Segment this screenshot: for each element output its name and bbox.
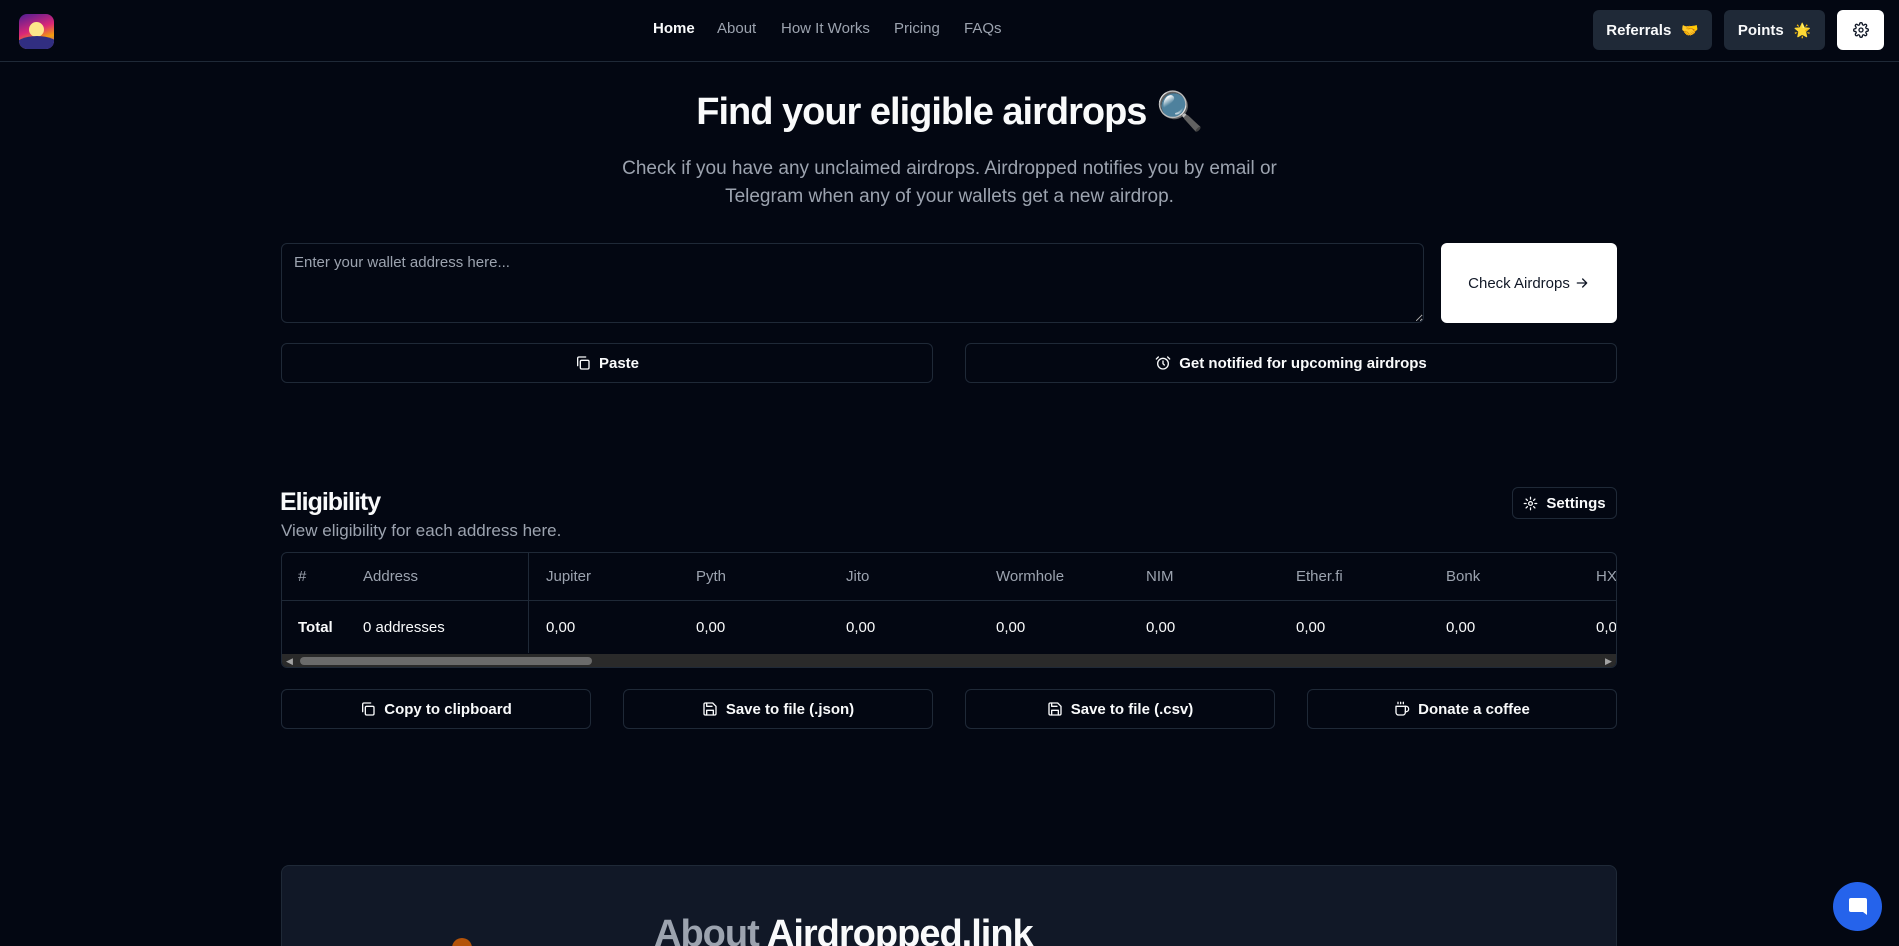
page-subtitle: Check if you have any unclaimed airdrops… — [622, 158, 1277, 207]
about-heading: About Airdropped.link — [654, 913, 1034, 946]
scroll-left-icon[interactable]: ◀ — [286, 656, 293, 667]
top-header: Home About How It Works Pricing FAQs Ref… — [0, 0, 1899, 62]
address-count: 0 addresses — [363, 618, 445, 636]
total-nim: 0,00 — [1146, 618, 1176, 636]
column-header-hx: HX — [1596, 568, 1617, 585]
about-heading-prefix: About — [654, 913, 760, 946]
column-header-bonk: Bonk — [1446, 568, 1481, 585]
scrollbar-thumb[interactable] — [300, 657, 592, 665]
chat-bubble-icon — [1848, 897, 1867, 915]
total-etherfi: 0,00 — [1296, 618, 1326, 636]
referrals-label: Referrals — [1606, 21, 1672, 39]
star-icon: 🌟 — [1793, 21, 1812, 38]
coffee-cup-icon — [1395, 701, 1410, 716]
table-row-total: Total 0 addresses 0,00 0,00 0,00 0,00 0,… — [282, 601, 1617, 653]
eligibility-subtitle: View eligibility for each address here. — [281, 521, 562, 540]
page-title-text: Find your eligible airdrops — [696, 91, 1147, 133]
alarm-clock-icon — [1155, 356, 1171, 370]
page-title: Find your eligible airdrops 🔍 — [0, 90, 1899, 134]
notify-label: Get notified for upcoming airdrops — [1179, 354, 1427, 372]
total-jito: 0,00 — [846, 618, 876, 636]
copy-icon — [362, 702, 375, 716]
total-wormhole: 0,00 — [996, 618, 1026, 636]
column-header-etherfi: Ether.fi — [1296, 568, 1343, 585]
horizontal-scrollbar[interactable]: ◀ ▶ — [282, 654, 1616, 667]
notify-upcoming-button[interactable]: Get notified for upcoming airdrops — [965, 343, 1617, 383]
eligibility-table: # Address Jupiter Pyth Jito Wormhole NIM… — [281, 552, 1617, 668]
column-header-pyth: Pyth — [696, 568, 727, 585]
save-csv-label: Save to file (.csv) — [1070, 700, 1194, 718]
nav-faqs[interactable]: FAQs — [964, 20, 1002, 37]
check-airdrops-label: Check Airdrops — [1468, 274, 1570, 292]
total-bonk: 0,00 — [1446, 618, 1476, 636]
points-label: Points — [1737, 21, 1784, 39]
arrow-right-icon — [1576, 278, 1588, 288]
save-json-button[interactable]: Save to file (.json) — [623, 689, 933, 729]
about-illustration — [452, 938, 472, 946]
theme-settings-button[interactable] — [1837, 10, 1884, 50]
donate-label: Donate a coffee — [1418, 700, 1530, 718]
wallet-address-input[interactable] — [281, 243, 1424, 323]
paste-label: Paste — [598, 354, 640, 372]
eligibility-heading: Eligibility — [280, 488, 381, 516]
nav-pricing[interactable]: Pricing — [894, 20, 940, 37]
column-header-address: Address — [363, 568, 419, 585]
chat-support-button[interactable] — [1833, 882, 1882, 931]
gear-icon — [1852, 22, 1869, 38]
total-hx: 0,0 — [1596, 618, 1617, 636]
about-section: About Airdropped.link — [281, 865, 1617, 946]
total-label: Total — [298, 618, 333, 636]
paste-button[interactable]: Paste — [281, 343, 933, 383]
save-json-label: Save to file (.json) — [725, 700, 855, 718]
magnifier-icon: 🔍 — [1156, 91, 1203, 133]
copy-to-clipboard-button[interactable]: Copy to clipboard — [281, 689, 591, 729]
nav-about[interactable]: About — [717, 20, 756, 37]
column-header-jupiter: Jupiter — [546, 568, 592, 585]
gear-icon — [1524, 496, 1538, 510]
eligibility-settings-button[interactable]: Settings — [1512, 487, 1617, 519]
save-icon — [1048, 702, 1062, 716]
table-header-row: # Address Jupiter Pyth Jito Wormhole NIM… — [282, 553, 1617, 601]
scroll-right-icon[interactable]: ▶ — [1605, 656, 1612, 667]
column-header-nim: NIM — [1146, 568, 1174, 585]
points-button[interactable]: Points 🌟 — [1724, 10, 1825, 50]
about-heading-brand: Airdropped.link — [766, 913, 1034, 946]
nav-home[interactable]: Home — [653, 20, 695, 37]
referrals-button[interactable]: Referrals 🤝 — [1593, 10, 1712, 50]
column-header-jito: Jito — [846, 568, 870, 585]
column-header-index: # — [298, 568, 307, 585]
donate-coffee-button[interactable]: Donate a coffee — [1307, 689, 1617, 729]
check-airdrops-button[interactable]: Check Airdrops — [1441, 243, 1617, 323]
settings-label: Settings — [1546, 494, 1606, 512]
copy-label: Copy to clipboard — [384, 700, 512, 718]
copy-icon — [576, 356, 590, 370]
save-icon — [703, 702, 717, 716]
column-header-wormhole: Wormhole — [996, 568, 1065, 585]
nav-how-it-works[interactable]: How It Works — [781, 20, 870, 37]
handshake-icon: 🤝 — [1681, 21, 1699, 38]
column-divider — [528, 553, 529, 653]
save-csv-button[interactable]: Save to file (.csv) — [965, 689, 1275, 729]
total-jupiter: 0,00 — [546, 618, 576, 636]
total-pyth: 0,00 — [696, 618, 726, 636]
